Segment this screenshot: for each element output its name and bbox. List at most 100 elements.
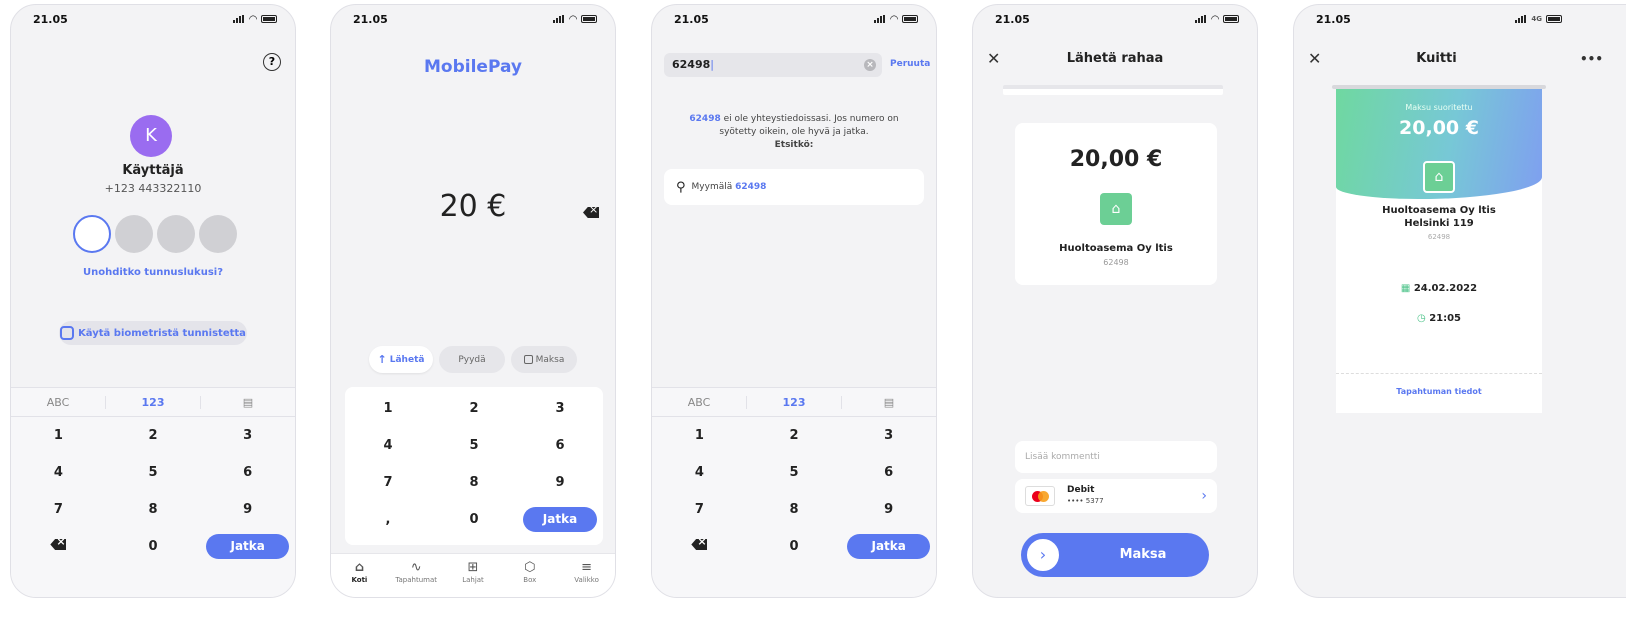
mastercard-icon [1025,486,1055,506]
user-name: Käyttäjä [122,163,184,178]
key-7[interactable]: 7 [652,502,747,517]
close-icon[interactable]: ✕ [987,45,1000,73]
merchant-address: Helsinki 119 [1404,218,1474,229]
search-suggestion[interactable]: ⚲ Myymälä 62498 [664,169,924,205]
comment-placeholder: Lisää kommentti [1025,452,1100,462]
continue-key[interactable]: Jatka [841,534,936,559]
comment-input[interactable]: Lisää kommentti [1015,441,1217,473]
swipe-to-pay-button[interactable]: › Maksa [1021,533,1209,577]
card-details: Debit •••• 5377 [1067,485,1104,507]
ticket-slot [1003,85,1223,95]
key-5[interactable]: 5 [431,438,517,453]
key-comma[interactable]: , [345,512,431,527]
backspace-key[interactable] [652,539,747,554]
key-1[interactable]: 1 [652,428,747,443]
keypad-tab-emoji[interactable]: ▤ [842,396,936,409]
nav-gifts-label: Lahjat [462,576,484,584]
status-bar: 21.05 ◠ [652,5,936,33]
continue-button[interactable]: Jatka [523,507,597,532]
keypad-tab-abc[interactable]: ABC [652,395,747,409]
keypad-tab-123[interactable]: 123 [106,395,201,409]
swipe-handle[interactable]: › [1025,537,1061,573]
close-icon[interactable]: ✕ [1308,45,1321,73]
merchant-name: Huoltoasema Oy ltis [1382,205,1496,216]
continue-button[interactable]: Jatka [206,534,290,559]
key-9[interactable]: 9 [517,475,603,490]
key-9[interactable]: 9 [841,502,936,517]
wifi-icon: ◠ [890,13,898,25]
nav-activity[interactable]: ∿ Tapahtumat [388,554,445,597]
status-bar: 21.05 ◠ [973,5,1257,33]
request-tab[interactable]: Pyydä [439,346,505,373]
network-label: 4G [1531,15,1542,23]
status-icons: ◠ [553,14,597,25]
key-3[interactable]: 3 [841,428,936,443]
key-5[interactable]: 5 [747,465,842,480]
key-7[interactable]: 7 [11,502,106,517]
key-0[interactable]: 0 [431,512,517,527]
request-tab-label: Pyydä [458,354,486,365]
key-9[interactable]: 9 [200,502,295,517]
key-2[interactable]: 2 [106,428,201,443]
search-input[interactable]: 62498| × [664,53,882,77]
signal-icon [1515,15,1527,23]
key-4[interactable]: 4 [652,465,747,480]
send-tab-label: Lähetä [389,354,425,365]
biometric-button[interactable]: Käytä biometristä tunnistetta [59,321,247,345]
user-phone: +123 443322110 [104,182,202,195]
payment-status: Maksu suoritettu [1405,103,1473,112]
cancel-search-link[interactable]: Peruuta [890,59,930,69]
continue-button[interactable]: Jatka [847,534,931,559]
status-bar: 21.05 ◠ [331,5,615,33]
continue-key[interactable]: Jatka [200,534,295,559]
key-4[interactable]: 4 [345,438,431,453]
not-found-number: 62498 [689,114,721,124]
nav-gifts[interactable]: ⊞ Lahjat [445,554,502,597]
key-5[interactable]: 5 [106,465,201,480]
forgot-pin-link[interactable]: Unohditko tunnuslukusi? [11,267,295,278]
battery-icon [581,15,597,23]
key-1[interactable]: 1 [345,401,431,416]
search-icon: ⚲ [676,179,686,195]
clear-amount-button[interactable] [583,203,599,222]
key-2[interactable]: 2 [431,401,517,416]
clear-search-icon[interactable]: × [864,59,876,71]
send-tab[interactable]: ↑ Lähetä [369,346,433,373]
text-cursor: | [710,58,714,71]
key-0[interactable]: 0 [106,539,201,554]
key-3[interactable]: 3 [200,428,295,443]
key-0[interactable]: 0 [747,539,842,554]
status-time: 21.05 [353,12,388,26]
key-6[interactable]: 6 [200,465,295,480]
key-6[interactable]: 6 [841,465,936,480]
page-title: Lähetä rahaa [1066,51,1164,66]
nav-box[interactable]: ⬡ Box [501,554,558,597]
key-8[interactable]: 8 [431,475,517,490]
keypad-tab-123[interactable]: 123 [747,395,842,409]
key-4[interactable]: 4 [11,465,106,480]
continue-key[interactable]: Jatka [517,507,603,532]
keypad-tab-abc[interactable]: ABC [11,395,106,409]
pay-tab[interactable]: Maksa [511,346,577,373]
menu-icon: ≡ [581,560,593,575]
key-8[interactable]: 8 [106,502,201,517]
help-button[interactable]: ? [263,53,281,71]
key-2[interactable]: 2 [747,428,842,443]
signal-icon [233,15,245,23]
nav-box-label: Box [523,576,537,584]
backspace-icon [50,539,67,550]
screen-amount: 21.05 ◠ MobilePay 20 € ↑Lähetä Pyydä Mak… [330,4,616,598]
payment-card-selector[interactable]: Debit •••• 5377 › [1015,479,1217,513]
key-3[interactable]: 3 [517,401,603,416]
key-6[interactable]: 6 [517,438,603,453]
transaction-details-link[interactable]: Tapahtuman tiedot [1336,387,1542,396]
nav-menu[interactable]: ≡ Valikko [558,554,615,597]
nav-home[interactable]: ⌂ Koti [331,554,388,597]
key-1[interactable]: 1 [11,428,106,443]
backspace-key[interactable] [11,539,106,554]
more-options-icon[interactable]: ••• [1580,45,1603,73]
key-7[interactable]: 7 [345,475,431,490]
keypad-tab-emoji[interactable]: ▤ [201,396,295,409]
pin-dots [73,215,237,253]
key-8[interactable]: 8 [747,502,842,517]
